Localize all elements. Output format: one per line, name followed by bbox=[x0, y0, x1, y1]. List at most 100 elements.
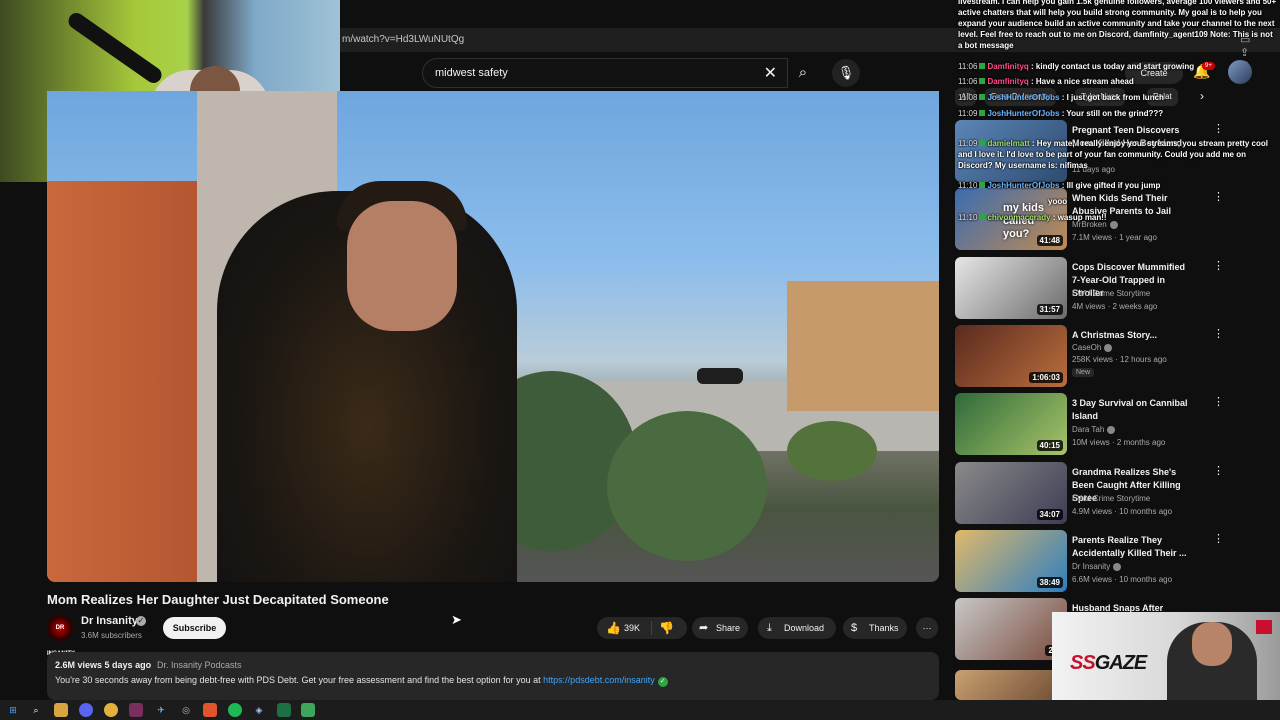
channel-avatar[interactable]: DR INSANITY bbox=[47, 615, 75, 657]
description-text: You're 30 seconds away from being debt-f… bbox=[55, 675, 668, 687]
duration-badge: 31:57 bbox=[1036, 304, 1063, 315]
more-vert-icon[interactable]: ⋮ bbox=[1213, 532, 1224, 545]
chat-message: 11:06 Damfinityq : kindly contact us toda… bbox=[958, 62, 1195, 71]
more-vert-icon[interactable]: ⋮ bbox=[1213, 259, 1224, 272]
like-dislike-group: 👍 39K 👎 bbox=[597, 617, 687, 639]
rec-title[interactable]: A Christmas Story... bbox=[1072, 329, 1190, 342]
subscribe-button[interactable]: Subscribe bbox=[163, 617, 226, 639]
overlay-badge bbox=[1256, 620, 1272, 634]
video-thumbnail[interactable]: 40:15 bbox=[955, 393, 1067, 455]
voice-search-icon[interactable]: 🎙 bbox=[832, 59, 860, 87]
video-title: Mom Realizes Her Daughter Just Decapitat… bbox=[47, 592, 389, 607]
telegram-icon[interactable]: ✈ bbox=[154, 703, 168, 717]
rec-title[interactable]: 3 Day Survival on Cannibal Island bbox=[1072, 397, 1190, 423]
like-icon[interactable]: 👍 bbox=[606, 617, 621, 639]
windows-start-icon[interactable]: ⊞ bbox=[6, 703, 20, 717]
video-thumbnail[interactable]: 31:57 bbox=[955, 257, 1067, 319]
rec-stats: 4M views · 2 weeks ago bbox=[1072, 302, 1158, 311]
chat-message: 11:08 JoshHunterOfJobs : I just got back … bbox=[958, 93, 1164, 102]
brave-icon[interactable] bbox=[203, 703, 217, 717]
rec-channel[interactable]: CaseOh bbox=[1072, 343, 1113, 352]
rec-channel[interactable]: EWU Crime Storytime bbox=[1072, 289, 1150, 298]
stream-chat-overlay: livestream. I can help you gain 1.5k gen… bbox=[958, 0, 1280, 230]
chat-message: 11:09 JoshHunterOfJobs : Your still on th… bbox=[958, 109, 1164, 118]
rec-stats: 7.1M views · 1 year ago bbox=[1072, 233, 1157, 242]
new-badge: New bbox=[1072, 368, 1095, 377]
more-actions-icon[interactable]: ⋯ bbox=[916, 617, 938, 639]
obs-icon[interactable]: ◎ bbox=[179, 703, 193, 717]
verified-link-icon: ✓ bbox=[657, 677, 668, 687]
file-explorer-icon[interactable] bbox=[54, 703, 68, 717]
thanks-button[interactable]: $ Thanks bbox=[843, 617, 907, 639]
scene-person-face bbox=[347, 201, 457, 331]
video-thumbnail[interactable] bbox=[955, 670, 1067, 700]
more-vert-icon[interactable]: ⋮ bbox=[1213, 327, 1224, 340]
more-vert-icon[interactable]: ⋮ bbox=[1213, 464, 1224, 477]
microphone-arm bbox=[65, 9, 165, 87]
search-icon[interactable]: ⌕ bbox=[29, 703, 43, 717]
scene-house bbox=[787, 281, 939, 411]
rec-stats: 6.6M views · 10 months ago bbox=[1072, 575, 1173, 584]
search-box[interactable]: midwest safety ✕ bbox=[422, 58, 788, 88]
description-box[interactable]: 2.6M views 5 days ago Dr. Insanity Podca… bbox=[47, 652, 939, 700]
rec-channel[interactable]: Dr Insanity bbox=[1072, 562, 1122, 571]
chat-message: 11:06 Damfinityq : Have a nice stream ahe… bbox=[958, 77, 1134, 86]
more-vert-icon[interactable]: ⋮ bbox=[1213, 395, 1224, 408]
overlay-person-face bbox=[1192, 622, 1232, 666]
description-link[interactable]: https://pdsdebt.com/insanity bbox=[543, 675, 655, 685]
search-input[interactable]: midwest safety bbox=[435, 67, 508, 79]
video-thumbnail[interactable]: 1:06:03 bbox=[955, 325, 1067, 387]
download-icon: ⤓ bbox=[767, 622, 772, 634]
rec-title[interactable]: Parents Realize They Accidentally Killed… bbox=[1072, 534, 1190, 560]
chat-message: 11:10 JoshHunterOfJobs : Ill give gifted … bbox=[958, 181, 1161, 190]
duration-badge: 34:07 bbox=[1036, 509, 1063, 520]
share-label: Share bbox=[716, 623, 741, 633]
thanks-label: Thanks bbox=[869, 623, 899, 633]
video-player[interactable] bbox=[47, 91, 939, 582]
url-text[interactable]: m/watch?v=Hd3LWuNUtQg bbox=[342, 34, 464, 45]
duration-badge: 40:15 bbox=[1036, 440, 1063, 451]
description-tag[interactable]: Dr. Insanity Podcasts bbox=[157, 660, 242, 670]
verified-check-icon bbox=[1104, 343, 1113, 352]
video-thumbnail[interactable]: 22: bbox=[955, 598, 1067, 660]
channel-name[interactable]: Dr Insanity bbox=[81, 615, 138, 627]
app-icon[interactable] bbox=[301, 703, 315, 717]
duration-badge: 1:06:03 bbox=[1029, 372, 1063, 383]
divider bbox=[651, 621, 652, 635]
ssgaze-logo: SSGAZE bbox=[1070, 652, 1147, 674]
scene-bush bbox=[607, 411, 767, 561]
recommendation-item[interactable]: 1:06:03 A Christmas Story... CaseOh 258K… bbox=[955, 325, 1255, 387]
rec-channel[interactable]: EWU Crime Storytime bbox=[1072, 494, 1150, 503]
spotify-icon[interactable] bbox=[228, 703, 242, 717]
rec-stats: 10M views · 2 months ago bbox=[1072, 438, 1166, 447]
video-thumbnail[interactable]: 38:49 bbox=[955, 530, 1067, 592]
verified-check-icon bbox=[1107, 425, 1116, 434]
scene-car bbox=[697, 368, 743, 384]
video-thumbnail[interactable]: 34:07 bbox=[955, 462, 1067, 524]
recommendation-item[interactable]: 38:49 Parents Realize They Accidentally … bbox=[955, 530, 1255, 592]
app-icon[interactable] bbox=[129, 703, 143, 717]
download-button[interactable]: ⤓ Download bbox=[758, 617, 836, 639]
rec-channel[interactable]: Dara Tah bbox=[1072, 425, 1116, 434]
chat-message: 11:10 chivonmaccrady : wasup man!! bbox=[958, 213, 1107, 222]
recommendation-item[interactable]: 40:15 3 Day Survival on Cannibal Island … bbox=[955, 393, 1255, 455]
dislike-icon[interactable]: 👎 bbox=[659, 617, 674, 639]
like-count[interactable]: 39K bbox=[624, 617, 640, 639]
chat-message: livestream. I can help you gain 1.5k gen… bbox=[958, 0, 1277, 50]
subscriber-count: 3.6M subscribers bbox=[81, 631, 142, 640]
clear-search-icon[interactable]: ✕ bbox=[764, 63, 777, 83]
steam-icon[interactable]: ◈ bbox=[252, 703, 266, 717]
recommendation-item[interactable]: 31:57 Cops Discover Mummified 7-Year-Old… bbox=[955, 257, 1255, 319]
rec-stats: 258K views · 12 hours ago bbox=[1072, 355, 1167, 364]
chrome-icon[interactable] bbox=[104, 703, 118, 717]
verified-check-icon: ✓ bbox=[136, 616, 146, 626]
recommendation-item[interactable]: 34:07 Grandma Realizes She's Been Caught… bbox=[955, 462, 1255, 524]
duration-badge: 38:49 bbox=[1036, 577, 1063, 588]
discord-icon[interactable] bbox=[79, 703, 93, 717]
view-stats: 2.6M views 5 days ago bbox=[55, 660, 152, 670]
share-button[interactable]: ➦ Share bbox=[692, 617, 748, 639]
duration-badge: 41:48 bbox=[1036, 235, 1063, 246]
download-label: Download bbox=[784, 623, 825, 633]
search-icon[interactable]: ⌕ bbox=[788, 58, 818, 88]
excel-icon[interactable] bbox=[277, 703, 291, 717]
